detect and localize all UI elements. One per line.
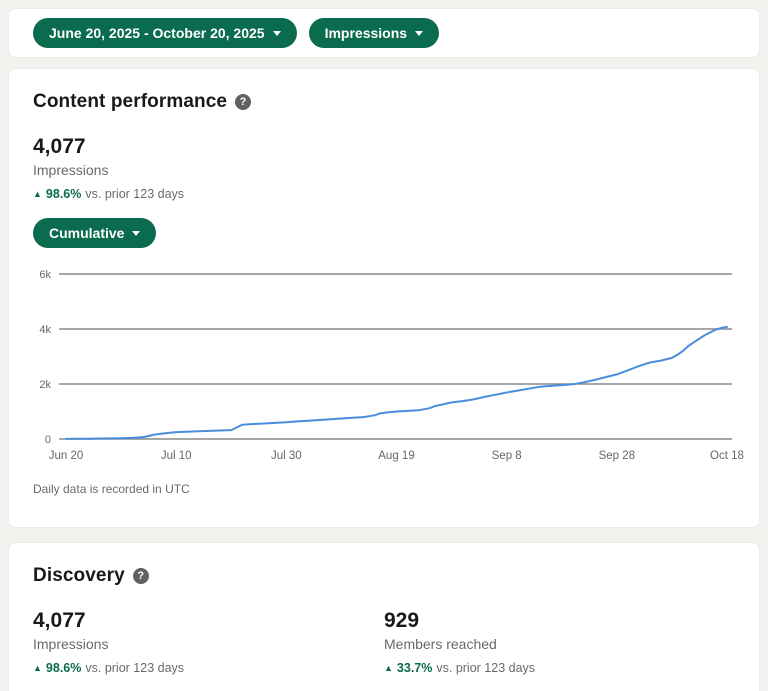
svg-text:Oct 18: Oct 18 [710,450,744,462]
svg-text:Sep 8: Sep 8 [492,450,522,462]
impressions-metric: 4,077 Impressions ▲ 98.6% vs. prior 123 … [33,135,735,201]
card-title: Discovery [33,565,125,586]
trend-suffix: vs. prior 123 days [85,187,185,201]
chart-footnote: Daily data is recorded in UTC [33,482,190,496]
date-range-label: June 20, 2025 - October 20, 2025 [49,25,265,41]
svg-text:Jul 30: Jul 30 [271,450,302,462]
trend-percent: 33.7% [396,661,433,675]
help-icon[interactable]: ? [235,94,252,110]
impressions-metric: 4,077 Impressions ▲ 98.6% vs. prior 123 … [33,609,384,675]
trend-indicator: ▲ 33.7% vs. prior 123 days [384,661,735,675]
members-reached-metric: 929 Members reached ▲ 33.7% vs. prior 12… [384,609,735,675]
chevron-down-icon [415,31,424,36]
cumulative-label: Cumulative [49,225,125,241]
metric-label: Members reached [384,636,497,652]
svg-text:Sep 28: Sep 28 [599,450,635,462]
svg-text:6k: 6k [39,269,51,281]
svg-text:0: 0 [45,434,51,446]
svg-text:Jun 20: Jun 20 [49,450,84,462]
cumulative-dropdown[interactable]: Cumulative [33,218,157,248]
help-icon[interactable]: ? [132,568,149,584]
impressions-chart: 0 2k 4k 6k Jun 20 Jul 10 Jul 30 Aug 19 Sep 8 Sep … [33,262,744,470]
trend-up-icon: ▲ [33,663,42,673]
metric-dropdown[interactable]: Impressions [308,18,440,48]
svg-text:2k: 2k [39,379,51,391]
card-title: Content performance [33,91,228,112]
metric-value: 929 [384,609,420,632]
date-range-dropdown[interactable]: June 20, 2025 - October 20, 2025 [33,18,297,48]
metric-value: 4,077 [33,135,86,158]
discovery-metrics: 4,077 Impressions ▲ 98.6% vs. prior 123 … [33,609,735,675]
svg-text:Aug 19: Aug 19 [378,450,414,462]
svg-text:4k: 4k [39,324,51,336]
discovery-header: Discovery ? [33,565,735,587]
metric-label: Impressions [324,25,408,41]
metric-value: 4,077 [33,609,86,632]
trend-percent: 98.6% [45,661,82,675]
line-chart-svg: 0 2k 4k 6k Jun 20 Jul 10 Jul 30 Aug 19 Sep 8 Sep … [39,269,744,462]
trend-up-icon: ▲ [33,189,42,199]
chevron-down-icon [132,231,141,236]
trend-indicator: ▲ 98.6% vs. prior 123 days [33,661,384,675]
content-performance-header: Content performance ? [33,91,735,113]
trend-percent: 98.6% [45,187,82,201]
content-performance-card: Content performance ? 4,077 Impressions … [8,68,760,528]
trend-up-icon: ▲ [384,663,393,673]
chevron-down-icon [272,31,281,36]
metric-label: Impressions [33,162,109,178]
metric-label: Impressions [33,636,109,652]
trend-suffix: vs. prior 123 days [85,661,185,675]
filter-bar: June 20, 2025 - October 20, 2025 Impress… [8,8,760,58]
trend-suffix: vs. prior 123 days [436,661,536,675]
discovery-card: Discovery ? 4,077 Impressions ▲ 98.6% vs… [8,542,760,691]
trend-indicator: ▲ 98.6% vs. prior 123 days [33,187,735,201]
svg-text:Jul 10: Jul 10 [161,450,192,462]
